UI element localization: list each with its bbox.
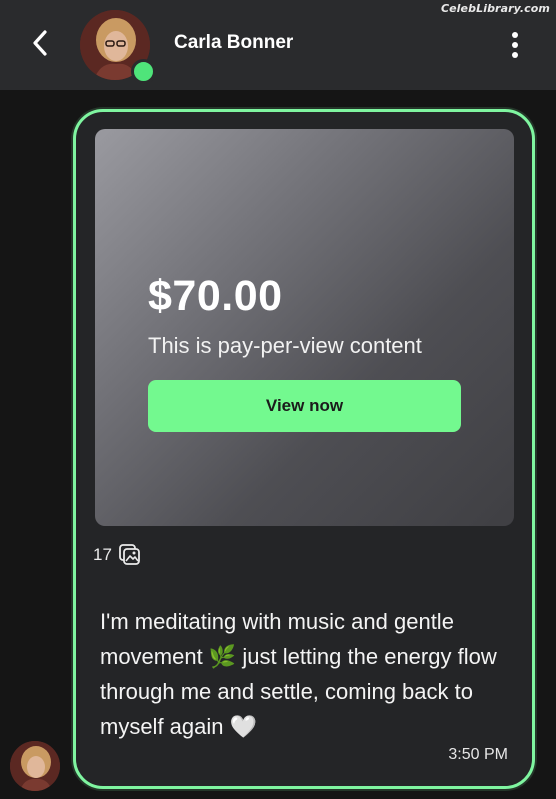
message-text: I'm meditating with music and gentle mov… <box>100 605 520 745</box>
pay-per-view-card[interactable] <box>95 129 514 526</box>
vertical-dots-icon <box>512 32 518 38</box>
contact-name[interactable]: Carla Bonner <box>174 32 293 54</box>
online-status-dot <box>131 59 156 84</box>
white-heart-emoji: 🤍 <box>229 714 258 740</box>
photo-stack-icon <box>118 543 142 567</box>
ppv-price: $70.00 <box>148 272 283 320</box>
chevron-left-icon <box>33 30 47 56</box>
back-button[interactable] <box>24 26 58 60</box>
chat-header: CelebLibrary.com Carla Bonner <box>0 0 556 90</box>
vertical-dots-icon-dot <box>512 42 518 48</box>
sender-avatar[interactable] <box>10 741 60 791</box>
more-options-button[interactable] <box>502 28 528 62</box>
vertical-dots-icon-dot <box>512 52 518 58</box>
herb-emoji: 🌿 <box>208 644 237 670</box>
ppv-description: This is pay-per-view content <box>148 333 422 358</box>
message-timestamp: 3:50 PM <box>448 746 508 763</box>
view-now-button[interactable]: View now <box>148 380 461 432</box>
media-count: 17 <box>93 545 112 564</box>
watermark: CelebLibrary.com <box>440 2 550 15</box>
